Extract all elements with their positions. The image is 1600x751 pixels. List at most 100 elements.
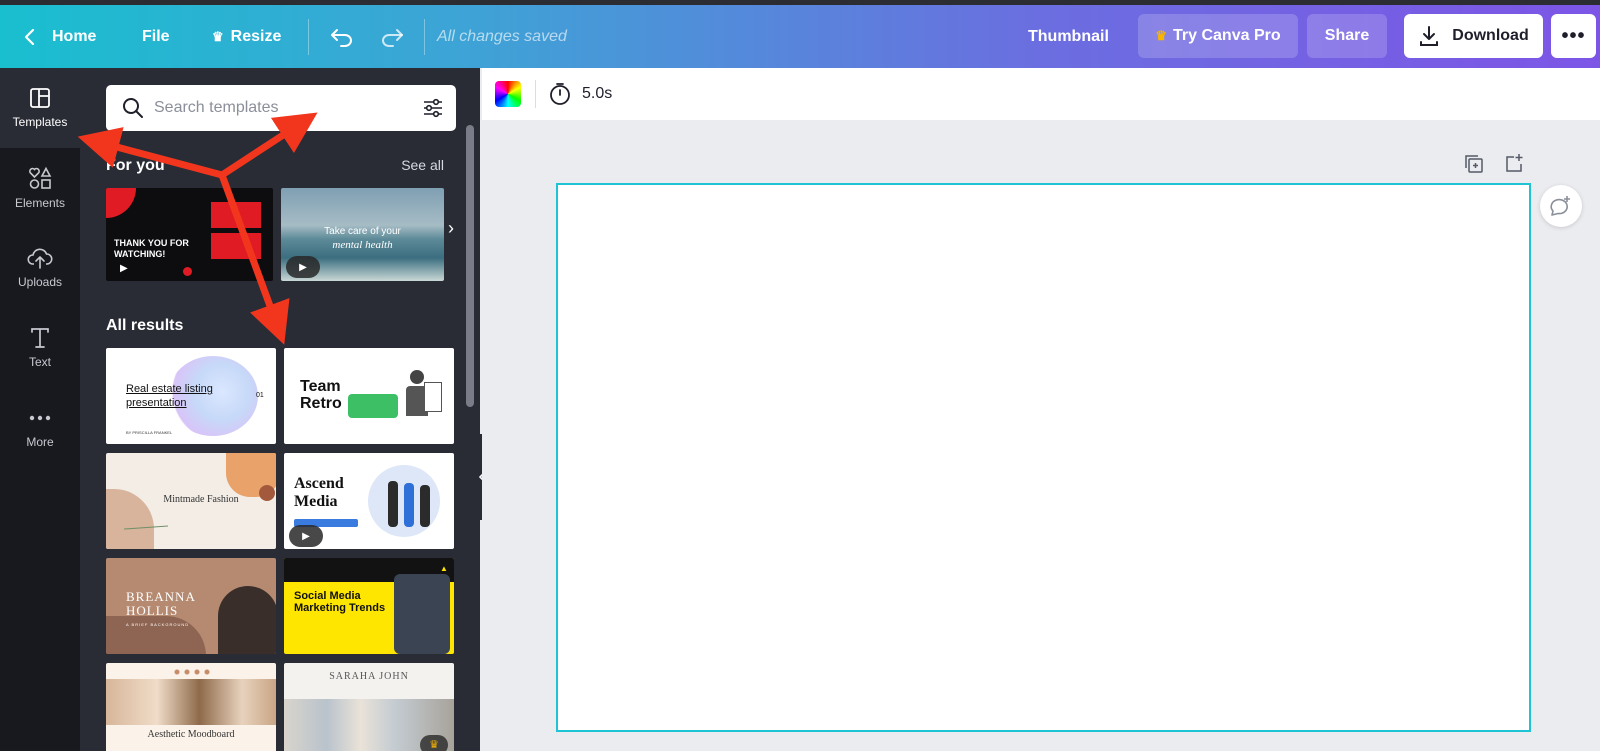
resize-label: Resize — [230, 27, 282, 45]
chevron-right-icon[interactable]: › — [448, 218, 454, 239]
panel-scrollbar[interactable] — [466, 125, 474, 407]
share-label: Share — [1324, 27, 1370, 44]
video-badge: ▶ — [289, 525, 323, 547]
speech-bubble — [348, 394, 398, 418]
add-page-icon[interactable] — [1504, 153, 1524, 173]
template-card[interactable]: THANK YOU FOR WATCHING! ▶ — [106, 188, 273, 281]
duplicate-page-icon[interactable] — [1464, 154, 1484, 174]
phone-photo — [394, 574, 450, 654]
side-rail: Templates Elements Uploads Text More — [0, 68, 80, 751]
card-text: mental health — [332, 239, 393, 251]
templates-panel: Search templates For you See all THANK Y… — [80, 68, 480, 751]
toolbar-divider — [424, 19, 425, 55]
illustration-person — [404, 483, 414, 527]
card-text: THANK YOU FOR WATCHING! — [114, 238, 189, 259]
redo-button[interactable] — [380, 5, 404, 68]
moodboard-photos — [106, 679, 276, 725]
redo-icon — [382, 28, 403, 47]
timing-button[interactable]: 5.0s — [548, 80, 612, 108]
undo-icon — [331, 28, 352, 47]
search-box[interactable]: Search templates — [106, 85, 456, 131]
template-card[interactable]: BREANNA HOLLIS A BRIEF BACKGROUND — [106, 558, 276, 654]
chevron-left-icon — [24, 28, 35, 45]
card-caption: BY PRISCILLA FRANKEL — [126, 430, 173, 435]
card-text: Real estate listing presentation — [126, 383, 213, 409]
undo-button[interactable] — [330, 5, 354, 68]
file-label: File — [142, 27, 170, 45]
rail-label: Uploads — [17, 275, 63, 289]
illustration-person — [388, 481, 398, 527]
template-card[interactable]: Social Media Marketing Trends ▲ — [284, 558, 454, 654]
video-badge: ▶ — [286, 256, 320, 278]
card-text: BREANNA HOLLIS — [126, 589, 196, 618]
file-menu-button[interactable]: File — [142, 5, 170, 68]
save-status: All changes saved — [437, 27, 567, 45]
add-comment-button[interactable] — [1540, 185, 1582, 227]
rail-item-uploads[interactable]: Uploads — [0, 228, 80, 308]
decor-shape — [218, 586, 276, 654]
play-icon: ▶ — [302, 530, 310, 542]
card-caption: A BRIEF BACKGROUND — [126, 622, 190, 627]
toolbar-divider — [308, 19, 309, 55]
illustration-person — [420, 485, 430, 527]
top-toolbar: Home File ♛ Resize All changes saved Thu… — [0, 5, 1600, 68]
design-page[interactable] — [556, 183, 1531, 732]
resize-button[interactable]: ♛ Resize — [212, 5, 281, 68]
more-options-button[interactable]: ••• — [1551, 14, 1596, 58]
template-card[interactable]: Ascend Media ▶ — [284, 453, 454, 549]
share-button[interactable]: Share — [1307, 14, 1387, 58]
crown-icon: ♛ — [212, 28, 224, 44]
all-results-heading: All results — [106, 317, 184, 334]
rail-item-templates[interactable]: Templates — [0, 68, 80, 148]
home-button[interactable]: Home — [22, 5, 96, 68]
rail-item-more[interactable]: More — [0, 388, 80, 468]
decor-shape — [106, 188, 136, 218]
play-icon: ▶ — [120, 263, 128, 274]
decor-dots — [172, 669, 212, 675]
text-icon — [31, 328, 49, 348]
card-text: Take care of your — [324, 226, 401, 237]
crown-icon: ♛ — [1155, 28, 1168, 43]
card-text: Social Media Marketing Trends — [294, 590, 386, 614]
rail-item-elements[interactable]: Elements — [0, 148, 80, 228]
stopwatch-icon — [550, 83, 570, 105]
search-icon — [123, 98, 143, 118]
decor-dot — [259, 485, 275, 501]
pro-crown-badge: ♛ — [420, 735, 448, 751]
see-all-link[interactable]: See all — [401, 157, 444, 173]
try-canva-pro-button[interactable]: ♛ Try Canva Pro — [1138, 14, 1298, 58]
template-card[interactable]: Team Retro — [284, 348, 454, 444]
uploads-icon — [27, 248, 53, 269]
decor-shape — [211, 233, 261, 259]
templates-icon — [30, 88, 50, 108]
card-text: SARAHA JOHN — [329, 671, 409, 682]
template-card[interactable]: SARAHA JOHN ♛ — [284, 663, 454, 751]
rail-label: Text — [28, 355, 51, 369]
download-icon — [1420, 26, 1439, 46]
card-text: Mintmade Fashion — [163, 494, 239, 505]
more-dots-icon — [29, 415, 51, 421]
download-label: Download — [1452, 27, 1529, 44]
search-input[interactable]: Search templates — [154, 99, 279, 117]
rail-label: Templates — [12, 115, 68, 129]
decor-dot — [183, 267, 192, 276]
duration-label: 5.0s — [582, 85, 613, 102]
template-card[interactable]: Real estate listing presentation 01 BY P… — [106, 348, 276, 444]
try-canva-pro-label: Try Canva Pro — [1173, 27, 1281, 44]
color-picker-button[interactable] — [495, 81, 521, 107]
thumbnail-button[interactable]: Thumbnail — [1028, 5, 1109, 68]
crown-icon: ▲ — [440, 564, 448, 573]
filter-sliders-icon[interactable] — [422, 97, 444, 119]
template-card[interactable]: Aesthetic Moodboard — [106, 663, 276, 751]
rail-label: Elements — [14, 196, 66, 210]
template-card[interactable]: Take care of your mental health ▶ — [281, 188, 444, 281]
illustration-head — [410, 370, 424, 384]
card-text: Ascend Media — [294, 475, 344, 510]
decor-shape — [211, 202, 261, 228]
comment-icon — [1550, 196, 1570, 216]
rail-item-text[interactable]: Text — [0, 308, 80, 388]
template-card[interactable]: Mintmade Fashion — [106, 453, 276, 549]
play-icon: ▶ — [299, 261, 307, 273]
download-button[interactable]: Download — [1404, 14, 1543, 58]
home-label: Home — [52, 27, 97, 45]
